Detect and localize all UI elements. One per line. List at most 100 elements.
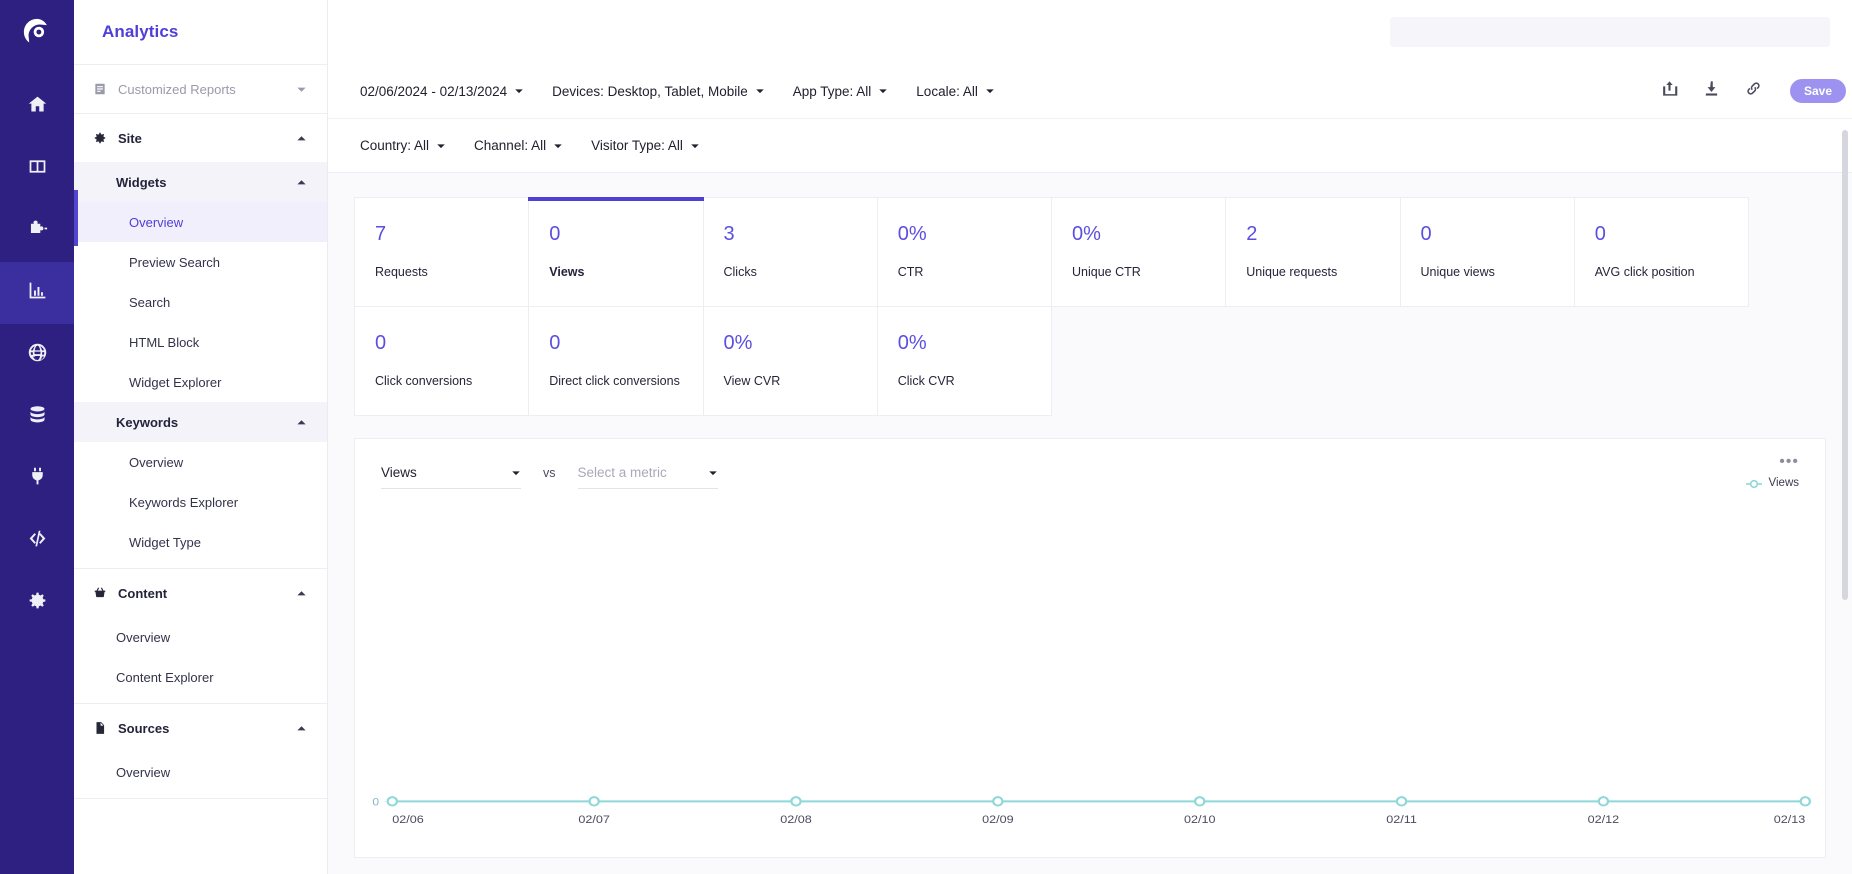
sidebar-item-search[interactable]: Search [74, 282, 327, 322]
rail-item-home[interactable] [0, 76, 74, 138]
metric-card-ctr[interactable]: 0% CTR [877, 198, 1052, 307]
metric-value: 0 [1594, 223, 1606, 245]
rail-item-database[interactable] [0, 386, 74, 448]
metric-label: Requests [375, 265, 428, 279]
chart-plot-area[interactable]: 02/06 02/07 02/08 02/09 02/10 02/11 02/12 02/13… [355, 525, 1825, 857]
share-icon [1661, 80, 1678, 102]
sidebar-subgroup-keywords[interactable]: Keywords [74, 402, 327, 442]
metric-card-clicks[interactable]: 3 Clicks [703, 198, 878, 307]
home-icon [27, 94, 48, 120]
svg-text:0: 0 [372, 797, 379, 808]
chevron-up-icon[interactable] [295, 416, 307, 428]
sidebar-group-sources[interactable]: Sources [74, 703, 327, 752]
chevron-up-icon[interactable] [295, 587, 307, 599]
content-scroll[interactable]: 7 Requests 0 Views 3 Clicks 0% CTR 0% Un… [328, 173, 1852, 874]
sidebar-subgroup-widgets[interactable]: Widgets [74, 162, 327, 202]
metric-grid-filler [1226, 307, 1401, 416]
metric-label: Clicks [723, 265, 757, 279]
sidebar-item-preview-search[interactable]: Preview Search [74, 242, 327, 282]
rail-item-integrations[interactable] [0, 200, 74, 262]
metric-card-views[interactable]: 0 Views [528, 197, 704, 307]
nav-item-label: Keywords Explorer [129, 494, 239, 510]
chevron-up-icon[interactable] [295, 176, 307, 188]
devices-filter[interactable]: Devices: Desktop, Tablet, Mobile [538, 74, 779, 108]
copy-link-button[interactable] [1744, 81, 1764, 101]
page-title: Analytics [102, 22, 179, 41]
metric-card-direct-click-conversions[interactable]: 0 Direct click conversions [529, 307, 704, 416]
globe-icon [27, 342, 48, 368]
metric-label: Unique views [1420, 265, 1495, 279]
metric-card-click-conversions[interactable]: 0 Click conversions [355, 307, 530, 416]
nav-item-label: Overview [116, 629, 171, 645]
brand-logo-icon[interactable] [0, 0, 74, 64]
app-root: Analytics Customized Reports Site Widget… [0, 0, 1852, 874]
sidebar-item-keywords-explorer[interactable]: Keywords Explorer [74, 482, 327, 522]
metric-card-unique-views[interactable]: 0 Unique views [1400, 198, 1575, 307]
chevron-up-icon[interactable] [295, 132, 307, 144]
chevron-down-icon[interactable] [295, 83, 307, 95]
metric-grid-filler [1400, 307, 1575, 416]
chevron-down-icon [985, 86, 995, 96]
chevron-down-icon [514, 86, 524, 96]
sidebar: Analytics Customized Reports Site Widget… [74, 0, 328, 874]
primary-metric-select[interactable]: Views [381, 465, 521, 489]
sidebar-item-widgets-overview[interactable]: Overview [74, 202, 327, 242]
sidebar-item-widget-explorer[interactable]: Widget Explorer [74, 362, 327, 402]
scrollbar-thumb[interactable] [1842, 130, 1848, 600]
rail-item-plugins[interactable] [0, 448, 74, 510]
visitor-type-filter[interactable]: Visitor Type: All [577, 129, 714, 163]
metric-label: CTR [897, 265, 924, 279]
svg-text:02/06: 02/06 [392, 813, 424, 826]
metric-card-avg-click-position[interactable]: 0 AVG click position [1574, 198, 1749, 307]
rail-item-settings[interactable] [0, 572, 74, 634]
sidebar-group-content[interactable]: Content [74, 568, 327, 617]
secondary-metric-select[interactable]: Select a metric [577, 465, 718, 489]
rail-item-globe[interactable] [0, 324, 74, 386]
save-button[interactable]: Save [1789, 79, 1846, 103]
metric-card-unique-requests[interactable]: 2 Unique requests [1226, 198, 1401, 307]
country-filter[interactable]: Country: All [346, 129, 460, 163]
vs-label: vs [543, 466, 556, 480]
nav-item-label: Widget Explorer [129, 374, 222, 390]
filter-row-secondary: Country: All Channel: All Visitor Type: … [328, 118, 1852, 172]
chevron-up-icon[interactable] [295, 722, 307, 734]
share-button[interactable] [1660, 81, 1680, 101]
vertical-scrollbar[interactable] [1842, 130, 1848, 868]
chart-legend[interactable]: Views [1745, 477, 1799, 489]
download-button[interactable] [1702, 81, 1722, 101]
chart-metric-controls: Views vs Select a metric [381, 465, 1799, 489]
document-icon [92, 720, 108, 736]
sidebar-group-site[interactable]: Site [74, 113, 327, 162]
sidebar-item-content-explorer[interactable]: Content Explorer [74, 657, 327, 697]
rail-item-developer[interactable] [0, 510, 74, 572]
metric-value: 0% [1072, 223, 1101, 245]
sidebar-item-widget-type[interactable]: Widget Type [74, 522, 327, 562]
metric-value: 0% [897, 223, 927, 245]
rail-item-layout[interactable] [0, 138, 74, 200]
code-icon [27, 528, 48, 554]
chart-panel: Views vs Select a metric ••• Views 02/06… [354, 438, 1826, 858]
app-type-filter[interactable]: App Type: All [779, 74, 903, 108]
channel-filter[interactable]: Channel: All [460, 129, 577, 163]
metric-grid-filler [1574, 307, 1749, 416]
basket-icon [92, 585, 108, 601]
metric-card-requests[interactable]: 7 Requests [355, 198, 530, 307]
sidebar-item-content-overview[interactable]: Overview [74, 617, 327, 657]
metric-card-click-cvr[interactable]: 0% Click CVR [877, 307, 1052, 416]
widgets-items: Overview Preview Search Search HTML Bloc… [74, 202, 327, 402]
sidebar-item-html-block[interactable]: HTML Block [74, 322, 327, 362]
sidebar-item-sources-overview[interactable]: Overview [74, 752, 327, 792]
sidebar-item-keywords-overview[interactable]: Overview [74, 442, 327, 482]
svg-text:02/08: 02/08 [780, 813, 812, 826]
chart-options-menu-icon[interactable]: ••• [1779, 454, 1799, 470]
date-range-filter[interactable]: 02/06/2024 - 02/13/2024 [346, 74, 538, 108]
sidebar-tail [74, 798, 327, 799]
rail-item-analytics[interactable] [0, 262, 74, 324]
primary-metric-value: Views [381, 465, 417, 480]
sidebar-group-label: Content [118, 585, 168, 601]
metric-card-view-cvr[interactable]: 0% View CVR [703, 307, 878, 416]
chart-header-right: ••• Views [1745, 454, 1799, 489]
locale-filter[interactable]: Locale: All [902, 74, 1009, 108]
metric-card-unique-ctr[interactable]: 0% Unique CTR [1052, 198, 1227, 307]
sidebar-item-customized-reports[interactable]: Customized Reports [74, 64, 327, 113]
